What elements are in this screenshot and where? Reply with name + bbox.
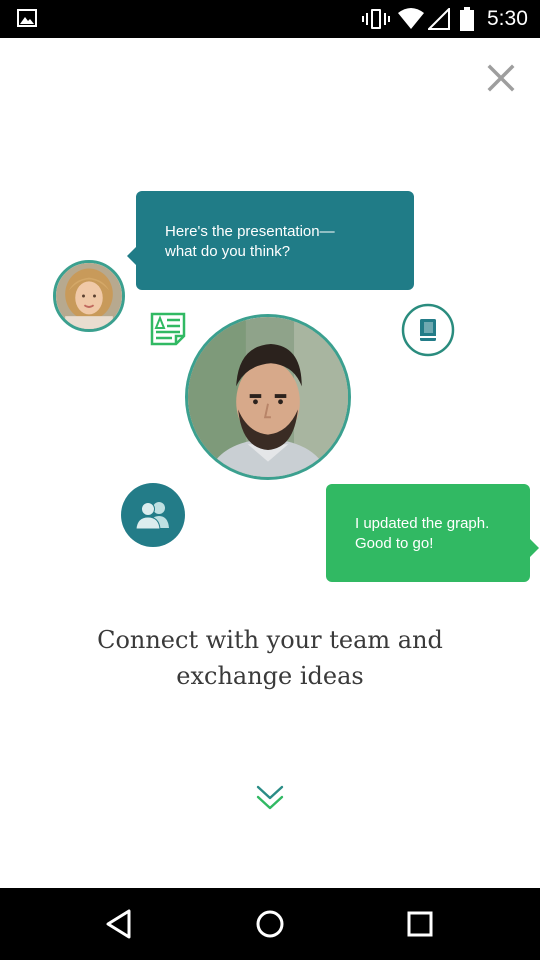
- message-line: Good to go!: [355, 535, 434, 552]
- scroll-down-button[interactable]: [256, 784, 284, 812]
- navigation-bar: [0, 888, 540, 960]
- document-icon: [150, 312, 186, 346]
- message-line: what do you think?: [165, 243, 291, 260]
- message-bubble-incoming: Here's the presentation— what do you thi…: [127, 191, 414, 290]
- message-bubble-outgoing: I updated the graph. Good to go!: [326, 484, 539, 582]
- recent-apps-icon: [407, 911, 433, 937]
- avatar-large: [185, 314, 351, 480]
- status-bar: 5:30: [0, 0, 540, 38]
- recent-apps-button[interactable]: [402, 906, 438, 942]
- home-icon: [256, 910, 284, 938]
- page-title-line: exchange ideas: [176, 662, 364, 690]
- signal-icon: [428, 8, 450, 30]
- close-button[interactable]: [484, 61, 518, 95]
- message-line: Here's the presentation—: [165, 223, 335, 240]
- double-chevron-down-icon: [256, 785, 284, 810]
- page-title-line: Connect with your team and: [97, 626, 443, 654]
- gallery-icon: [17, 9, 37, 27]
- avatar-small: [53, 260, 125, 332]
- back-button[interactable]: [102, 906, 138, 942]
- wifi-icon: [398, 8, 424, 29]
- battery-icon: [460, 7, 474, 31]
- home-button[interactable]: [252, 906, 288, 942]
- book-icon: [401, 303, 455, 357]
- status-time: 5:30: [487, 7, 528, 30]
- close-icon: [487, 64, 515, 92]
- message-line: I updated the graph.: [355, 515, 490, 532]
- group-icon: [121, 483, 185, 547]
- back-icon: [106, 909, 131, 939]
- page-title: Connect with your team and exchange idea…: [0, 622, 540, 694]
- vibrate-icon: [362, 9, 390, 29]
